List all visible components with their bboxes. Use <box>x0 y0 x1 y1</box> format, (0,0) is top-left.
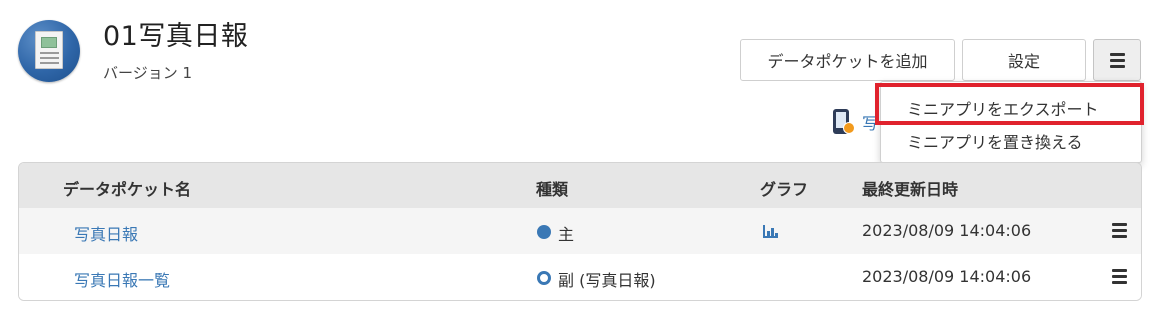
settings-label: 設定 <box>1007 52 1040 71</box>
bar-chart-icon[interactable] <box>763 225 778 238</box>
type-label: 主 <box>558 225 575 244</box>
header-last-updated: 最終更新日時 <box>862 180 959 199</box>
table-row: 写真日報一覧 副 (写真日報) 2023/08/09 14:04:06 <box>19 254 1141 300</box>
add-data-pocket-button[interactable]: データポケットを追加 <box>740 39 955 81</box>
data-pocket-table: データポケット名 種類 グラフ 最終更新日時 写真日報 主 2023/08/09… <box>18 162 1142 301</box>
photo-document-icon <box>18 20 80 82</box>
header-type: 種類 <box>536 180 569 199</box>
page-title: 01写真日報 <box>103 21 249 52</box>
mobile-app-icon[interactable] <box>833 109 855 134</box>
menu-item-replace-miniapp[interactable]: ミニアプリを置き換える <box>907 129 1083 153</box>
type-sub-marker-icon <box>537 271 551 285</box>
highlight-box <box>875 83 1144 125</box>
header-graph: グラフ <box>760 180 809 199</box>
data-pocket-name-link[interactable]: 写真日報 <box>74 221 138 245</box>
last-updated-value: 2023/08/09 14:04:06 <box>862 221 1032 240</box>
table-header: データポケット名 種類 グラフ 最終更新日時 <box>19 163 1141 208</box>
table-row: 写真日報 主 2023/08/09 14:04:06 <box>19 208 1141 254</box>
more-menu-button[interactable] <box>1093 39 1141 81</box>
settings-button[interactable]: 設定 <box>962 39 1086 81</box>
row-menu-icon[interactable] <box>1112 223 1127 238</box>
last-updated-value: 2023/08/09 14:04:06 <box>862 267 1032 286</box>
hamburger-menu-icon <box>1109 52 1125 68</box>
type-main-marker-icon <box>537 225 551 239</box>
row-menu-icon[interactable] <box>1112 269 1127 284</box>
data-pocket-name-link[interactable]: 写真日報一覧 <box>74 267 170 291</box>
header-data-pocket-name: データポケット名 <box>63 180 192 199</box>
add-data-pocket-label: データポケットを追加 <box>767 52 928 71</box>
type-label: 副 (写真日報) <box>558 271 656 290</box>
version-label: バージョン 1 <box>103 64 193 82</box>
